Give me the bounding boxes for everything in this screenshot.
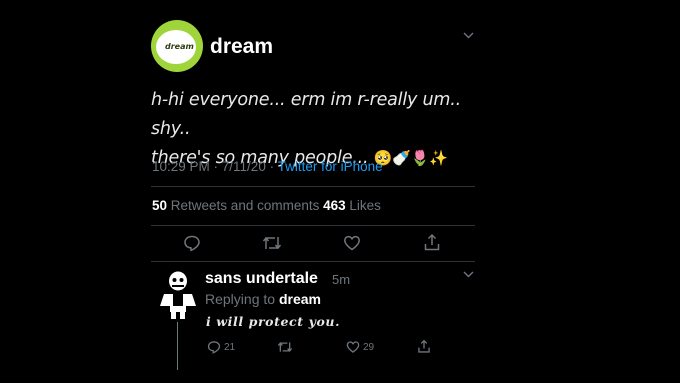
retweets-label[interactable]: Retweets and comments (167, 198, 323, 213)
share-button[interactable] (423, 233, 441, 252)
replying-to-prefix: Replying to (205, 291, 279, 307)
divider (151, 261, 475, 262)
chevron-down-icon[interactable] (463, 270, 474, 281)
tweet-source-link[interactable]: Twitter for iPhone (278, 159, 383, 174)
avatar-logo-text: dream (165, 42, 194, 51)
replying-to: Replying to dream (205, 291, 321, 307)
chevron-down-icon[interactable] (463, 31, 474, 42)
tweet-thread: dream dream h-hi everyone... erm im r-re… (138, 0, 490, 383)
retweet-icon (277, 342, 293, 352)
reply-timestamp[interactable]: 5m (332, 272, 350, 287)
emoji-group: 🥺🍼🌷✨ (373, 149, 448, 167)
reply-button[interactable] (183, 234, 201, 252)
tweet-timestamp[interactable]: 10:29 PM · 7/11/20 · (152, 159, 278, 174)
reply-icon (184, 235, 200, 252)
divider (151, 225, 475, 226)
retweets-count[interactable]: 50 (152, 198, 167, 213)
reply-retweet-button[interactable] (277, 340, 293, 354)
reply-icon (207, 341, 221, 354)
likes-count[interactable]: 463 (323, 198, 346, 213)
like-icon (346, 341, 360, 353)
like-icon (344, 235, 360, 251)
reply-like-button[interactable]: 29 (346, 340, 374, 354)
reply-author-name[interactable]: sans undertale (205, 270, 318, 288)
retweet-button[interactable] (262, 234, 282, 252)
tweet-text-line: h-hi everyone... erm im r-really um.. sh… (151, 90, 461, 139)
tweet-stats: 50 Retweets and comments 463 Likes (152, 198, 381, 213)
replying-to-user[interactable]: dream (279, 291, 321, 307)
reply-avatar[interactable] (156, 270, 200, 320)
share-icon (418, 339, 430, 353)
retweet-icon (262, 236, 282, 250)
like-count: 29 (363, 341, 375, 353)
divider (151, 186, 475, 187)
reply-text: i will protect you. (206, 314, 341, 329)
likes-label[interactable]: Likes (346, 198, 381, 213)
like-button[interactable] (343, 234, 361, 252)
author-name[interactable]: dream (210, 35, 273, 59)
reply-share-button[interactable] (417, 339, 431, 354)
avatar[interactable]: dream (151, 20, 203, 72)
tweet-meta: 10:29 PM · 7/11/20 · Twitter for iPhone (152, 159, 383, 174)
thread-line (177, 322, 178, 370)
reply-count: 21 (224, 341, 236, 353)
share-icon (424, 233, 440, 251)
reply-reply-button[interactable]: 21 (207, 340, 235, 354)
